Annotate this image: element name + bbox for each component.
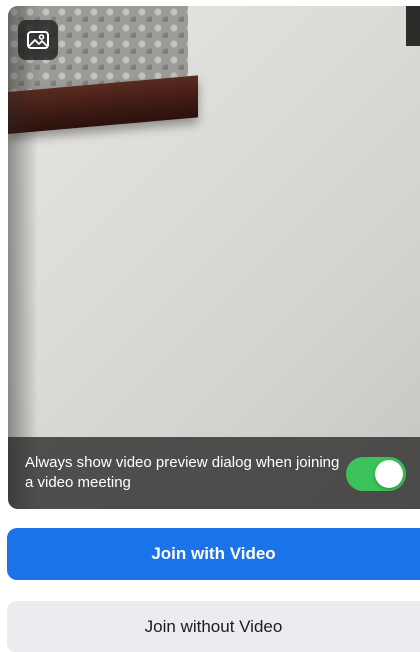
video-preview-screen: Always show video preview dialog when jo… [0, 0, 420, 652]
join-without-video-button[interactable]: Join without Video [7, 601, 420, 652]
image-icon [26, 29, 50, 51]
always-show-preview-toggle[interactable] [346, 457, 406, 491]
preview-setting-bar: Always show video preview dialog when jo… [8, 437, 420, 509]
camera-scene-corner [406, 6, 420, 46]
toggle-knob [375, 460, 403, 488]
join-with-video-button[interactable]: Join with Video [7, 528, 420, 580]
always-show-preview-label: Always show video preview dialog when jo… [25, 454, 340, 491]
camera-scene-shadow [8, 6, 38, 509]
virtual-background-button[interactable] [18, 20, 58, 60]
camera-preview: Always show video preview dialog when jo… [8, 6, 420, 509]
